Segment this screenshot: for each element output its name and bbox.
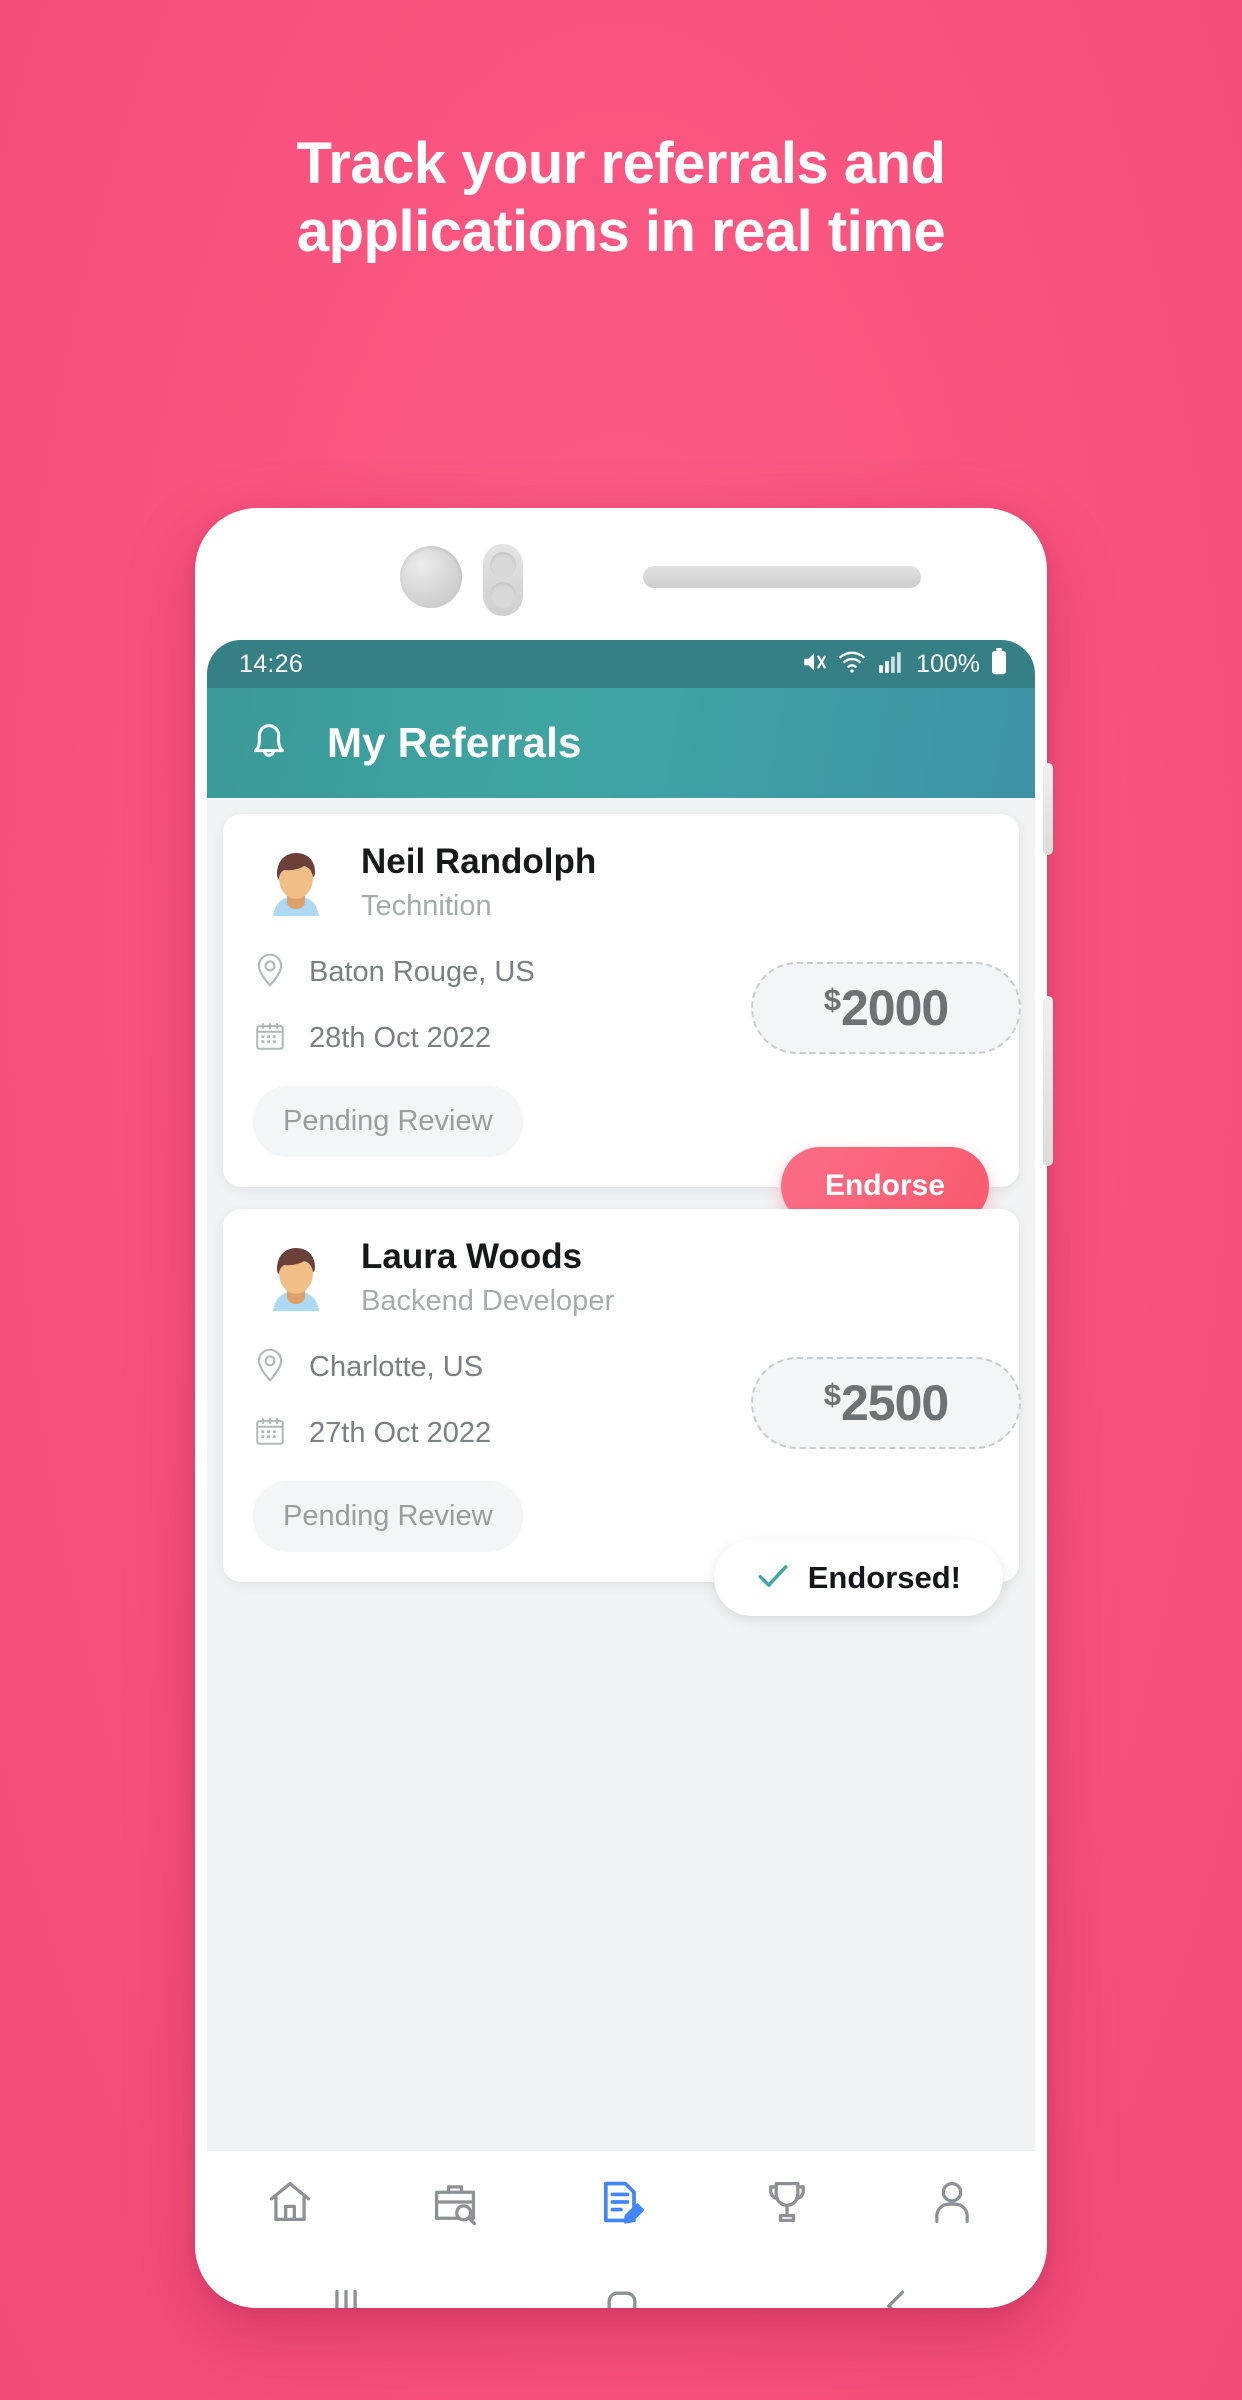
home-square-icon[interactable]: [600, 2284, 644, 2308]
bell-icon[interactable]: [245, 716, 293, 771]
currency-symbol: $: [823, 982, 841, 1017]
status-bar: 14:26 100%: [207, 640, 1035, 688]
referral-location: Charlotte, US: [309, 1351, 484, 1383]
phone-screen: 14:26 100% My Referrals Neil Randolph Te…: [207, 640, 1035, 2150]
bonus-amount: 2500: [841, 1375, 949, 1431]
system-navigation-bar: [207, 2258, 1035, 2308]
nav-item-jobs[interactable]: [429, 2176, 481, 2233]
endorsed-toast: Endorsed!: [713, 1540, 1003, 1616]
currency-symbol: $: [823, 1377, 841, 1412]
referral-person-info: Neil Randolph Technition: [361, 841, 597, 924]
avatar: [253, 840, 339, 926]
referral-person-info: Laura Woods Backend Developer: [361, 1236, 615, 1319]
referral-bonus-badge: $ 2500: [751, 1357, 1021, 1449]
referral-list: Neil Randolph Technition Baton Rouge, US…: [207, 798, 1035, 1616]
endorsed-label: Endorsed!: [807, 1560, 961, 1595]
referral-person: Neil Randolph Technition: [253, 840, 989, 926]
bonus-amount: 2000: [841, 980, 949, 1036]
wifi-icon: [837, 649, 867, 680]
earpiece-speaker: [643, 566, 921, 588]
referral-role: Technition: [361, 890, 492, 923]
calendar-icon: [253, 1019, 287, 1058]
referral-role: Backend Developer: [361, 1285, 615, 1318]
nav-item-profile[interactable]: [926, 2176, 978, 2233]
battery-icon: [989, 647, 1009, 681]
referral-card[interactable]: Neil Randolph Technition Baton Rouge, US…: [223, 814, 1021, 1225]
referral-location: Baton Rouge, US: [309, 956, 535, 988]
nav-item-home[interactable]: [264, 2176, 316, 2233]
recents-icon[interactable]: [323, 2286, 369, 2308]
referral-name: Neil Randolph: [361, 841, 597, 881]
avatar: [253, 1235, 339, 1321]
location-pin-icon: [253, 1347, 287, 1388]
battery-percent-label: 100%: [916, 649, 980, 678]
location-pin-icon: [253, 952, 287, 993]
front-camera-icon: [400, 546, 462, 608]
back-chevron-icon[interactable]: [875, 2284, 919, 2308]
referral-person: Laura Woods Backend Developer: [253, 1235, 989, 1321]
referral-date: 27th Oct 2022: [309, 1417, 492, 1449]
check-icon: [756, 1561, 790, 1596]
nav-item-rewards[interactable]: [761, 2176, 813, 2233]
referral-bonus-badge: $ 2000: [751, 962, 1021, 1054]
phone-mockup: 14:26 100% My Referrals Neil Randolph Te…: [195, 508, 1053, 2308]
bottom-navigation: [207, 2150, 1035, 2258]
page-title: My Referrals: [327, 719, 582, 766]
status-badge: Pending Review: [253, 1086, 523, 1157]
sensor-cluster-icon: [483, 544, 523, 616]
referral-date: 28th Oct 2022: [309, 1022, 492, 1054]
calendar-icon: [253, 1414, 287, 1453]
status-badge: Pending Review: [253, 1481, 523, 1552]
mute-icon: [800, 649, 828, 680]
promo-headline-line1: Track your referrals and: [296, 131, 946, 196]
referral-name: Laura Woods: [361, 1236, 583, 1276]
nav-item-referrals[interactable]: [595, 2176, 647, 2233]
promo-headline: Track your referrals and applications in…: [0, 130, 1242, 267]
signal-icon: [876, 649, 904, 680]
referral-card[interactable]: Laura Woods Backend Developer Charlotte,…: [223, 1209, 1021, 1616]
app-header: My Referrals: [207, 688, 1035, 798]
promo-headline-line2: applications in real time: [296, 199, 946, 265]
status-bar-time: 14:26: [239, 649, 304, 678]
